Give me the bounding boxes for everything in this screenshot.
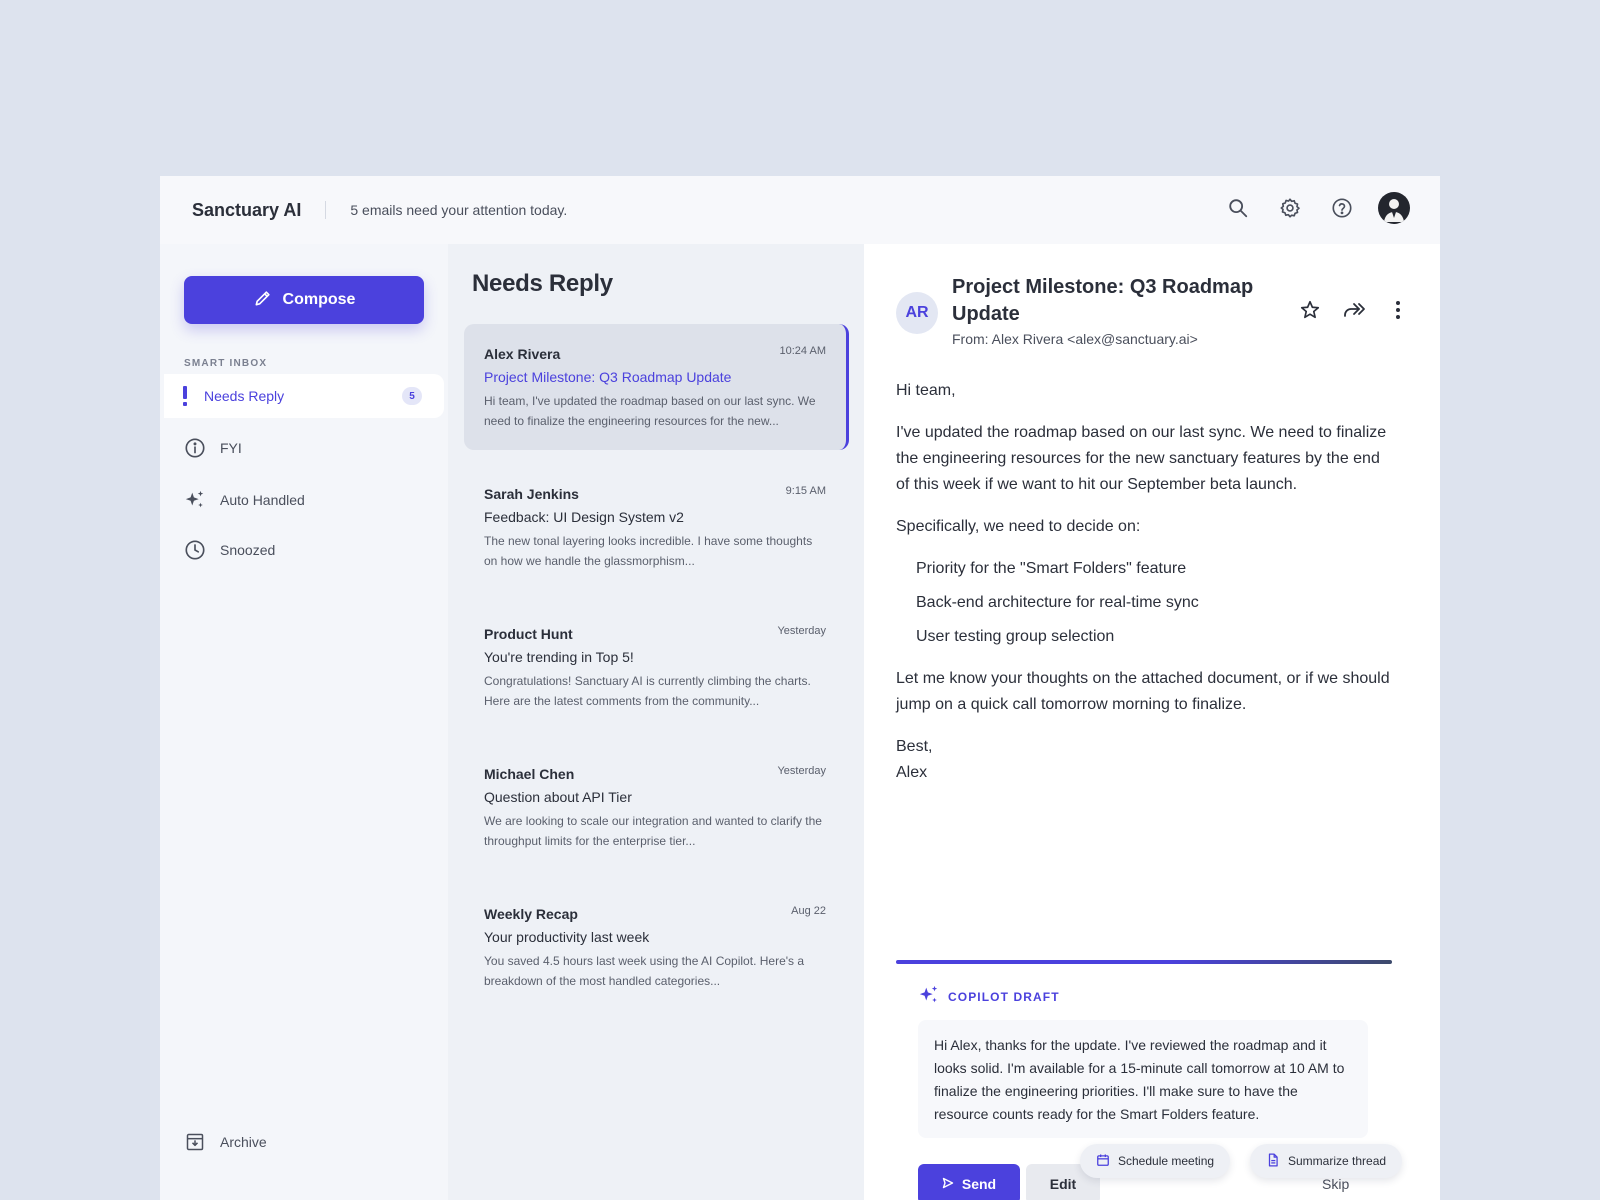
bullet-item: Priority for the "Smart Folders" feature	[916, 560, 1187, 577]
copilot-draft-text: Hi Alex, thanks for the update. I've rev…	[934, 1037, 1345, 1122]
archive-icon	[184, 1131, 206, 1153]
email-list-item[interactable]: Product Hunt Yesterday You're trending i…	[464, 604, 846, 730]
sidebar-item-label: FYI	[220, 440, 242, 456]
summarize-thread-chip[interactable]: Summarize thread	[1250, 1144, 1403, 1178]
email-preview: The new tonal layering looks incredible.…	[484, 534, 813, 568]
sparkles-icon	[918, 984, 940, 1009]
email-greeting: Hi team,	[896, 382, 956, 399]
attention-summary: 5 emails need your attention today.	[350, 202, 568, 218]
sidebar-item-label: Auto Handled	[220, 492, 305, 508]
email-time: 10:24 AM	[779, 345, 826, 357]
info-icon	[184, 437, 206, 459]
user-avatar[interactable]	[1378, 192, 1410, 224]
sidebar: Compose SMART INBOX Needs Reply 5 FYI Au…	[160, 244, 448, 1200]
email-sender: Michael Chen	[484, 766, 575, 782]
sparkles-icon	[184, 489, 206, 511]
chip-label: Schedule meeting	[1118, 1154, 1215, 1168]
email-bullet-list: Priority for the "Smart Folders" feature…	[896, 556, 1396, 650]
compose-button[interactable]: Compose	[184, 276, 424, 324]
email-sender: Sarah Jenkins	[484, 486, 579, 502]
exclamation-icon	[180, 385, 190, 407]
send-icon	[942, 1176, 954, 1192]
email-from-line: From: Alex Rivera <alex@sanctuary.ai>	[952, 331, 1198, 347]
header-divider	[325, 201, 327, 219]
sidebar-item-label: Needs Reply	[204, 388, 285, 404]
sidebar-item-needs-reply[interactable]: Needs Reply 5	[164, 374, 444, 418]
app-title: Sanctuary AI	[192, 199, 302, 220]
email-preview: We are looking to scale our integration …	[484, 814, 822, 848]
sidebar-item-snoozed[interactable]: Snoozed	[164, 528, 444, 572]
forward-icon[interactable]	[1342, 298, 1366, 322]
email-signoff: Best,	[896, 738, 933, 755]
compose-label: Compose	[282, 291, 356, 308]
email-list-item[interactable]: Weekly Recap Aug 22 Your productivity la…	[464, 884, 846, 1010]
email-reader-pane: AR Project Milestone: Q3 Roadmap Update …	[864, 244, 1440, 1200]
copilot-label: COPILOT DRAFT	[948, 989, 1060, 1004]
sidebar-item-fyi[interactable]: FYI	[164, 426, 444, 470]
schedule-meeting-chip[interactable]: Schedule meeting	[1080, 1144, 1231, 1178]
help-icon[interactable]	[1326, 192, 1358, 224]
copilot-header: COPILOT DRAFT	[918, 984, 1060, 1009]
email-subject: Project Milestone: Q3 Roadmap Update	[484, 369, 732, 385]
more-options-icon[interactable]	[1386, 298, 1410, 322]
email-list-item[interactable]: Sarah Jenkins 9:15 AM Feedback: UI Desig…	[464, 464, 846, 590]
email-time: Aug 22	[791, 905, 826, 917]
email-preview: Congratulations! Sanctuary AI is current…	[484, 674, 811, 708]
email-subject: You're trending in Top 5!	[484, 649, 634, 665]
app-window: Sanctuary AI 5 emails need your attentio…	[160, 176, 1440, 1200]
sidebar-item-auto-handled[interactable]: Auto Handled	[164, 478, 444, 522]
email-sender: Weekly Recap	[484, 906, 578, 922]
email-preview: Hi team, I've updated the roadmap based …	[484, 394, 816, 428]
send-label: Send	[961, 1176, 997, 1192]
calendar-icon	[1096, 1153, 1110, 1170]
email-sender: Product Hunt	[484, 626, 573, 642]
star-icon[interactable]	[1298, 298, 1322, 322]
email-paragraph: I've updated the roadmap based on our la…	[896, 424, 1387, 493]
smart-inbox-label: SMART INBOX	[184, 358, 268, 369]
email-subject: Your productivity last week	[484, 929, 650, 945]
email-list-pane: Needs Reply Alex Rivera 10:24 AM Project…	[448, 244, 864, 1200]
email-preview: You saved 4.5 hours last week using the …	[484, 954, 805, 988]
list-title: Needs Reply	[472, 270, 613, 297]
email-time: Yesterday	[777, 765, 826, 777]
bullet-item: User testing group selection	[916, 628, 1115, 645]
email-subject: Question about API Tier	[484, 789, 632, 805]
email-time: Yesterday	[777, 625, 826, 637]
clock-icon	[184, 539, 206, 561]
email-subject: Feedback: UI Design System v2	[484, 509, 684, 525]
email-paragraph: Let me know your thoughts on the attache…	[896, 670, 1390, 713]
copilot-accent-bar	[896, 960, 1392, 964]
sender-avatar: AR	[896, 292, 938, 334]
email-body: Hi team, I've updated the roadmap based …	[896, 378, 1396, 786]
email-subject-heading: Project Milestone: Q3 Roadmap Update	[952, 276, 1254, 325]
email-paragraph: Specifically, we need to decide on:	[896, 518, 1141, 535]
top-bar: Sanctuary AI 5 emails need your attentio…	[160, 176, 1440, 244]
bullet-item: Back-end architecture for real-time sync	[916, 594, 1199, 611]
copilot-draft-box[interactable]: Hi Alex, thanks for the update. I've rev…	[918, 1020, 1368, 1138]
pencil-icon	[253, 288, 273, 313]
email-list-item[interactable]: Alex Rivera 10:24 AM Project Milestone: …	[464, 324, 849, 450]
search-icon[interactable]	[1222, 192, 1254, 224]
email-actions	[1298, 298, 1410, 322]
sidebar-item-archive[interactable]: Archive	[164, 1120, 444, 1164]
send-button[interactable]: Send	[918, 1164, 1020, 1200]
chip-label: Summarize thread	[1288, 1154, 1387, 1168]
sidebar-item-label: Snoozed	[220, 542, 276, 558]
document-icon	[1266, 1153, 1280, 1170]
unread-count-badge: 5	[402, 387, 422, 405]
email-sender: Alex Rivera	[484, 346, 561, 362]
email-signature: Alex	[896, 764, 928, 781]
header-actions	[1222, 192, 1410, 224]
sidebar-item-label: Archive	[220, 1134, 267, 1150]
gear-icon[interactable]	[1274, 192, 1306, 224]
email-time: 9:15 AM	[785, 485, 826, 497]
email-list-item[interactable]: Michael Chen Yesterday Question about AP…	[464, 744, 846, 870]
